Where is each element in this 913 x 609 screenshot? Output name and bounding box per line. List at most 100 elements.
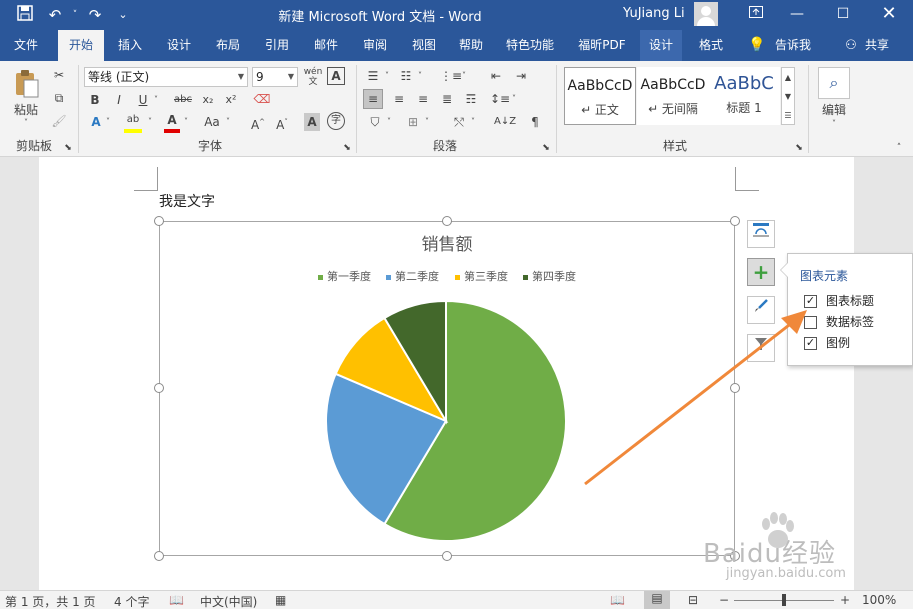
- tab-review[interactable]: 审阅: [355, 30, 395, 61]
- cut-icon[interactable]: ✂: [50, 66, 68, 84]
- style-no-spacing[interactable]: AaBbCcD ↵ 无间隔: [637, 67, 709, 125]
- change-case-icon[interactable]: Aa: [202, 113, 222, 131]
- font-size-select[interactable]: 9 ▼: [252, 67, 298, 87]
- tab-chart-design[interactable]: 设计: [640, 30, 682, 61]
- superscript-icon[interactable]: x²: [223, 91, 239, 109]
- zoom-in-icon[interactable]: +: [840, 593, 850, 607]
- resize-handle-top-right[interactable]: [730, 216, 740, 226]
- clear-formatting-icon[interactable]: ⌫: [253, 90, 271, 108]
- text-effects-icon[interactable]: A: [87, 113, 105, 131]
- paste-dropdown-icon[interactable]: ˅: [14, 114, 38, 132]
- shading-dropdown-icon[interactable]: ˅: [385, 113, 393, 131]
- show-marks-icon[interactable]: ¶: [527, 113, 543, 131]
- paragraph-launcher-icon[interactable]: ⬊: [540, 139, 552, 157]
- close-icon[interactable]: ✕: [874, 3, 904, 25]
- macro-icon[interactable]: ▦: [275, 593, 286, 607]
- styles-launcher-icon[interactable]: ⬊: [793, 139, 805, 157]
- user-name[interactable]: YuJiang Li: [623, 6, 685, 21]
- font-name-select[interactable]: 等线 (正文) ▼: [84, 67, 248, 87]
- minimize-icon[interactable]: —: [782, 3, 812, 25]
- ribbon-display-options-icon[interactable]: [741, 3, 771, 25]
- highlight-dropdown-icon[interactable]: ˅: [146, 113, 154, 131]
- character-shading-icon[interactable]: A: [304, 113, 320, 131]
- multilevel-list-dropdown-icon[interactable]: ˅: [460, 67, 468, 85]
- resize-handle-bottom[interactable]: [442, 551, 452, 561]
- pie-chart[interactable]: [325, 300, 567, 542]
- tab-mailings[interactable]: 邮件: [306, 30, 346, 61]
- change-case-dropdown-icon[interactable]: ˅: [224, 113, 232, 131]
- font-launcher-icon[interactable]: ⬊: [341, 139, 353, 157]
- italic-icon[interactable]: I: [112, 91, 126, 109]
- customize-quick-access-icon[interactable]: ⌄: [112, 5, 134, 25]
- undo-dropdown-icon[interactable]: ˅: [64, 5, 86, 25]
- tab-foxit-pdf[interactable]: 福昕PDF: [570, 30, 634, 61]
- legend-item[interactable]: 第二季度: [386, 268, 439, 284]
- font-color-dropdown-icon[interactable]: ˅: [182, 113, 190, 131]
- avatar[interactable]: [694, 2, 718, 26]
- resize-handle-bottom-left[interactable]: [154, 551, 164, 561]
- borders-icon[interactable]: ⊞: [404, 113, 422, 131]
- tab-special-features[interactable]: 特色功能: [500, 30, 560, 61]
- multilevel-list-icon[interactable]: ⋮≡: [440, 67, 462, 85]
- language[interactable]: 中文(中国): [200, 593, 257, 609]
- highlight-icon[interactable]: ab: [124, 111, 142, 133]
- tab-chart-format[interactable]: 格式: [690, 30, 732, 61]
- proofing-icon[interactable]: 📖: [169, 593, 184, 607]
- styles-scroll[interactable]: ▲ ▼ ☰: [781, 67, 795, 125]
- zoom-slider-thumb[interactable]: [782, 594, 786, 606]
- chart-elements-plus-icon[interactable]: +: [747, 258, 775, 286]
- print-layout-icon[interactable]: ▤: [644, 591, 670, 609]
- shading-icon[interactable]: ⛉: [366, 113, 384, 131]
- save-icon[interactable]: [14, 5, 36, 26]
- underline-dropdown-icon[interactable]: ˅: [152, 91, 160, 109]
- decrease-indent-icon[interactable]: ⇤: [487, 67, 505, 85]
- shrink-font-icon[interactable]: A˅: [274, 113, 290, 134]
- format-painter-icon[interactable]: 🖌: [50, 112, 68, 130]
- numbering-dropdown-icon[interactable]: ˅: [416, 67, 424, 85]
- line-spacing-dropdown-icon[interactable]: ˅: [510, 90, 518, 108]
- tab-design[interactable]: 设计: [159, 30, 199, 61]
- chart-title[interactable]: 销售额: [159, 230, 735, 255]
- style-normal[interactable]: AaBbCcD ↵ 正文: [564, 67, 636, 125]
- tab-layout[interactable]: 布局: [208, 30, 248, 61]
- line-spacing-icon[interactable]: ↕≡: [490, 90, 510, 108]
- character-border-icon[interactable]: A: [327, 67, 345, 85]
- legend-item[interactable]: 第一季度: [318, 268, 371, 284]
- bullets-icon[interactable]: ☰: [364, 67, 382, 85]
- bold-icon[interactable]: B: [88, 91, 102, 109]
- chinese-layout-dropdown-icon[interactable]: ˅: [469, 113, 477, 131]
- resize-handle-left[interactable]: [154, 383, 164, 393]
- tab-insert[interactable]: 插入: [110, 30, 150, 61]
- collapse-ribbon-icon[interactable]: ˄: [893, 139, 905, 157]
- tab-view[interactable]: 视图: [404, 30, 444, 61]
- maximize-icon[interactable]: ☐: [828, 3, 858, 25]
- text-effects-dropdown-icon[interactable]: ˅: [104, 113, 112, 131]
- enclose-characters-icon[interactable]: 字: [327, 112, 345, 130]
- editing-dropdown-icon[interactable]: ˅: [828, 115, 840, 133]
- page-count[interactable]: 第 1 页，共 1 页: [5, 593, 96, 609]
- grow-font-icon[interactable]: A^: [250, 113, 266, 134]
- search-icon[interactable]: ⌕: [818, 67, 850, 99]
- phonetic-guide-icon[interactable]: wén 文: [302, 67, 324, 87]
- justify-icon[interactable]: ≣: [438, 90, 456, 108]
- read-mode-icon[interactable]: 📖: [610, 593, 625, 607]
- align-right-icon[interactable]: ≡: [414, 90, 432, 108]
- strikethrough-icon[interactable]: abc: [172, 91, 194, 109]
- layout-options-icon[interactable]: [747, 220, 775, 248]
- web-layout-icon[interactable]: ⊟: [688, 593, 698, 607]
- share-button[interactable]: 共享: [862, 30, 892, 61]
- subscript-icon[interactable]: x₂: [200, 91, 216, 109]
- numbering-icon[interactable]: ☷: [397, 67, 415, 85]
- legend-item[interactable]: 第四季度: [523, 268, 576, 284]
- underline-icon[interactable]: U: [136, 91, 150, 109]
- legend-item[interactable]: 第三季度: [455, 268, 508, 284]
- align-left-icon[interactable]: ≡: [363, 89, 383, 109]
- undo-icon[interactable]: ↶: [44, 5, 66, 25]
- tab-help[interactable]: 帮助: [451, 30, 491, 61]
- redo-icon[interactable]: ↷: [84, 5, 106, 25]
- chinese-layout-icon[interactable]: ⤲: [450, 113, 468, 131]
- tell-me-search[interactable]: 告诉我: [770, 30, 816, 61]
- copy-icon[interactable]: ⧉: [50, 89, 68, 107]
- zoom-out-icon[interactable]: −: [719, 593, 729, 607]
- resize-handle-top-left[interactable]: [154, 216, 164, 226]
